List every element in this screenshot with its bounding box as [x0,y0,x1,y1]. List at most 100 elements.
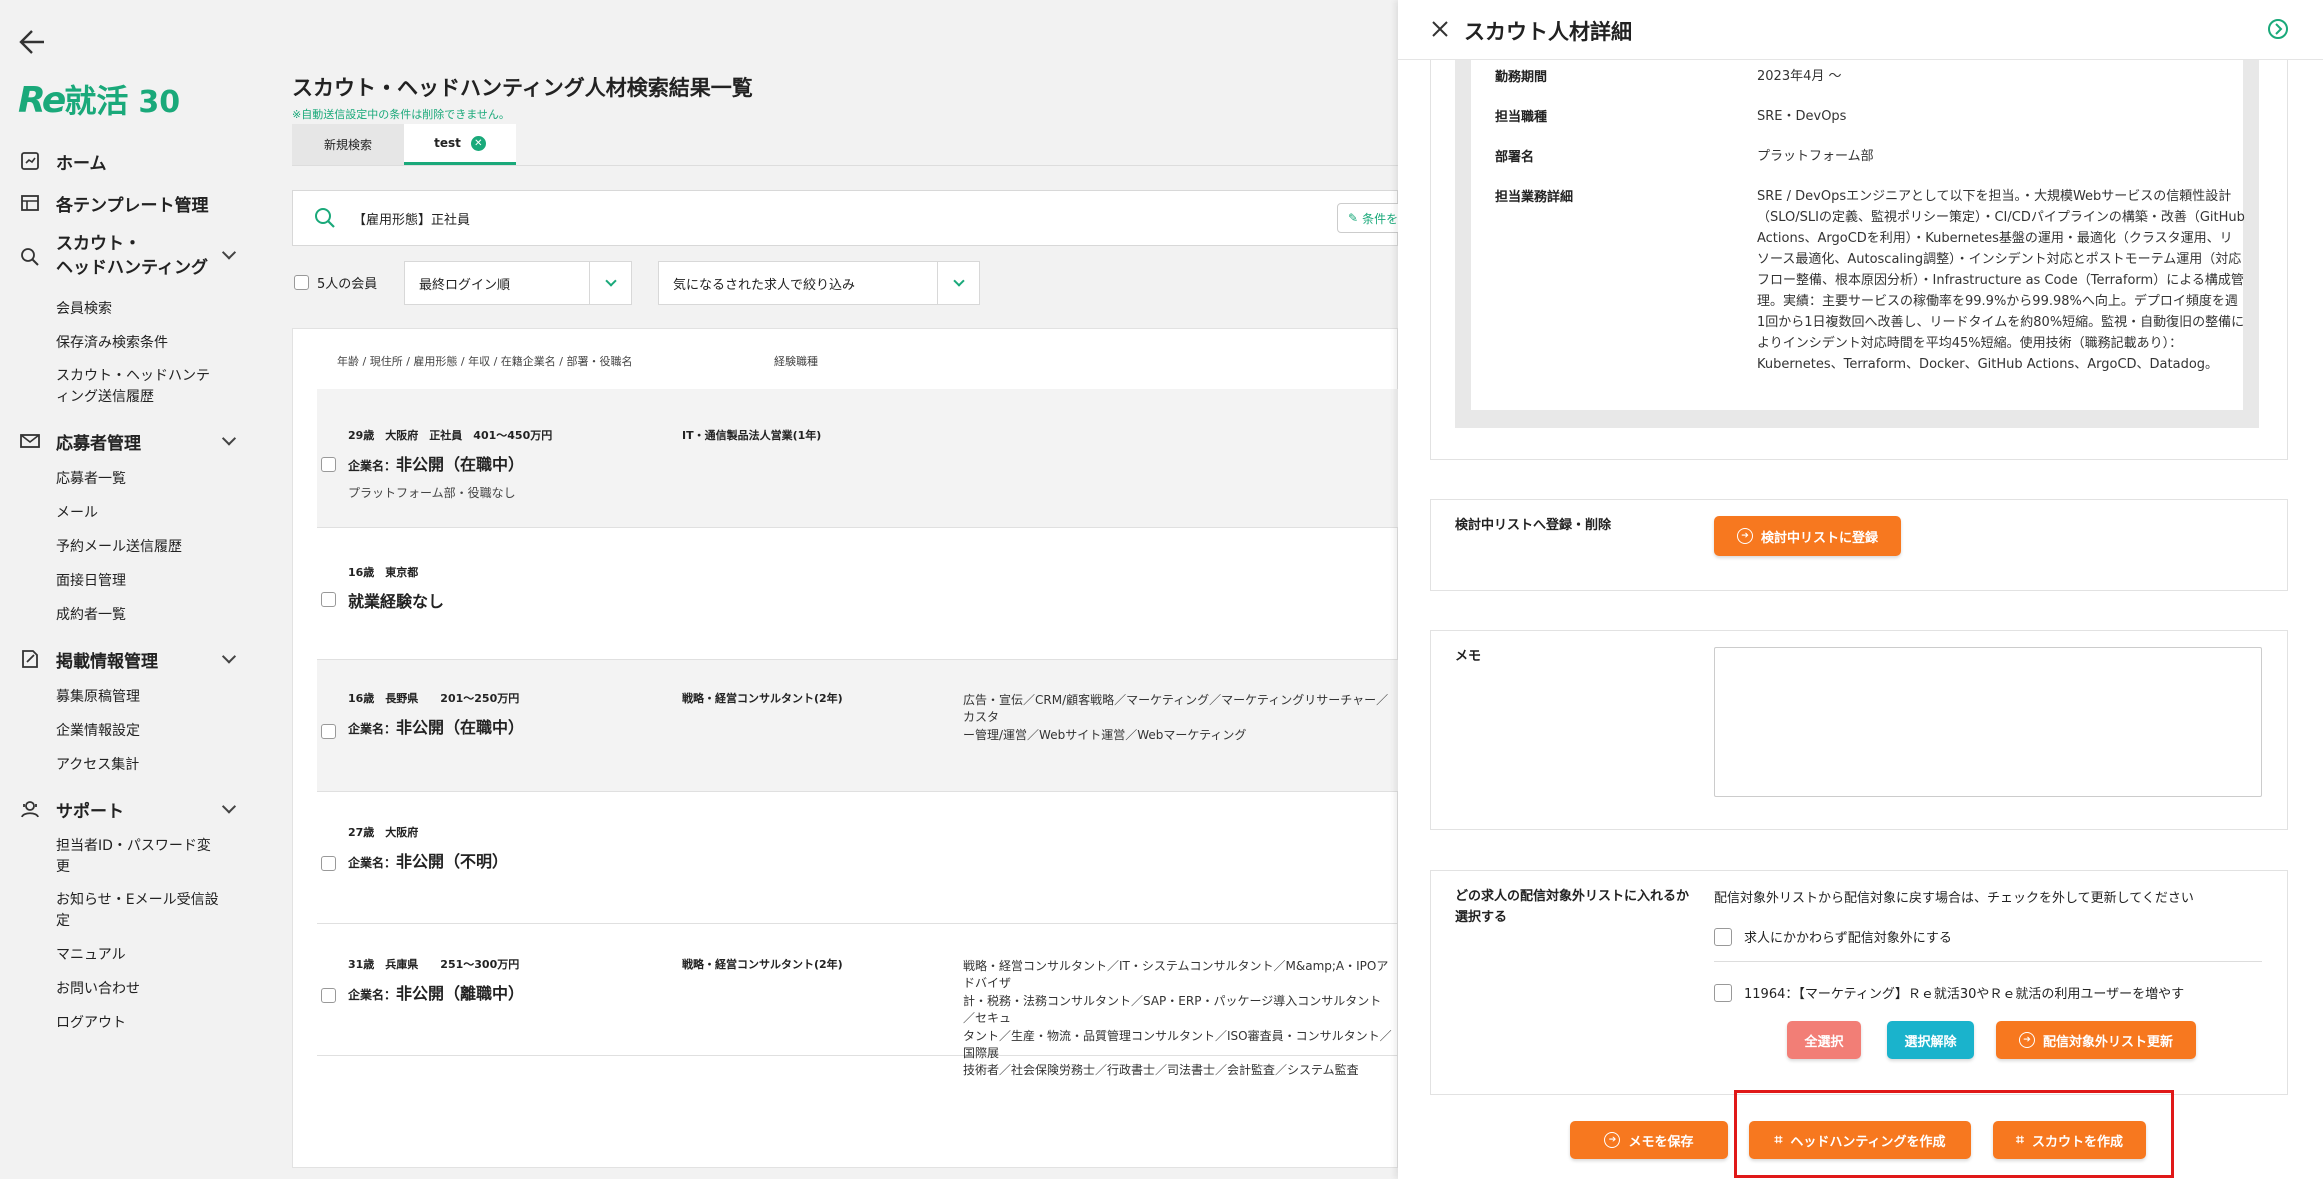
update-exclusion-button[interactable]: ➔ 配信対象外リスト更新 [1996,1021,2196,1059]
chevron-down-icon[interactable] [221,431,237,446]
sidebar-subitem[interactable]: 募集原稿管理 [0,680,290,714]
chevron-down-icon[interactable] [221,245,237,260]
sidebar: Re 就活 30 ホーム 各テンプレート管理 スカウト・ ヘッドハンティング 会員検… [0,0,290,1179]
sidebar-item-label: 各テンプレート管理 [56,195,209,216]
exclude-job-option[interactable]: 11964：【マーケティング】Ｒｅ就活30やＲｅ就活の利用ユーザーを増やす [1714,983,2184,1002]
sidebar-item-applicants[interactable]: 応募者管理 [0,420,290,462]
deselect-button[interactable]: 選択解除 [1887,1021,1974,1059]
arrow-right-circle-icon: ➔ [2018,1032,2035,1048]
row-job-list: 広告・宣伝／CRM/顧客戦略／マーケティング／マーケティングリサーチャー／カスタ… [963,693,1389,742]
sidebar-item-home[interactable]: ホーム [0,140,290,182]
highlight-box [1734,1090,2174,1178]
chevron-down-icon[interactable] [589,262,631,304]
row-checkbox[interactable] [321,457,336,472]
table-row[interactable]: 16歳 東京都 就業経験なし [317,528,1399,660]
template-icon [18,191,42,215]
logo[interactable]: Re 就活 30 [18,76,180,121]
sidebar-subitem[interactable]: 会員検索 [0,292,290,326]
sidebar-subitem[interactable]: メール [0,496,290,530]
chevron-down-icon[interactable] [937,262,979,304]
exclude-all-checkbox[interactable] [1714,927,1732,946]
support-icon [18,797,42,821]
sidebar-subitem[interactable]: 保存済み検索条件 [0,326,290,360]
row-company: 企業名：非公開（離職中） [348,980,524,1004]
button-label: メモを保存 [1628,1134,1694,1150]
career-key: 担当職種 [1495,110,1548,125]
save-memo-button[interactable]: ➔ メモを保存 [1570,1121,1728,1159]
sidebar-item-listing[interactable]: 掲載情報管理 [0,638,290,680]
add-to-shortlist-button[interactable]: ➔ 検討中リストに登録 [1714,516,1901,556]
company-label: 企業名： [348,856,397,870]
job-filter-select[interactable]: 気になるされた求人で絞り込み [658,261,980,305]
row-meta: 31歳 兵庫県 251〜300万円 [348,958,520,971]
sidebar-subitem[interactable]: 担当者ID・パスワード変更 [0,830,290,884]
select-all-button[interactable]: 全選択 [1787,1021,1861,1059]
tab-new-search[interactable]: 新規検索 [292,124,404,165]
row-checkbox[interactable] [321,724,336,739]
sidebar-subitem[interactable]: 予約メール送信履歴 [0,530,290,564]
search-condition-bar[interactable]: 【雇用形態】正社員 ✎ 条件を [292,190,1407,246]
sidebar-subitem[interactable]: マニュアル [0,938,290,972]
sidebar-subitem[interactable]: 企業情報設定 [0,714,290,748]
table-row[interactable]: 31歳 兵庫県 251〜300万円 企業名：非公開（離職中） 戦略・経営コンサル… [317,924,1399,1077]
company-label: 企業名： [348,722,397,736]
main-content: スカウト・ヘッドハンティング人材検索結果一覧 ※自動送信設定中の条件は削除できま… [292,0,1407,1179]
career-value: 2023年4月 〜 [1757,69,1842,84]
sidebar-item-scout[interactable]: スカウト・ ヘッドハンティング [0,224,290,286]
sidebar-item-templates[interactable]: 各テンプレート管理 [0,182,290,224]
row-experience: IT・通信製品法人営業(1年) [682,429,822,442]
row-experience: 戦略・経営コンサルタント(2年) [682,958,843,971]
row-company: 就業経験なし [348,588,444,612]
sidebar-subitem[interactable]: ログアウト [0,1006,290,1040]
sidebar-item-support[interactable]: サポート [0,788,290,830]
chevron-down-icon[interactable] [221,649,237,664]
table-row[interactable]: 16歳 長野県 201〜250万円 企業名：非公開（在職中） 戦略・経営コンサル… [317,660,1399,792]
select-all-checkbox[interactable] [294,275,309,290]
arrow-right-circle-icon[interactable] [2266,17,2290,41]
job-filter-value: 気になるされた求人で絞り込み [673,277,856,293]
back-arrow-icon[interactable] [14,22,54,62]
exclude-all-option[interactable]: 求人にかかわらず配信対象外にする [1714,927,1952,946]
company-value: 非公開（不明） [396,852,509,871]
sort-select[interactable]: 最終ログイン順 [404,261,632,305]
career-card: 勤務期間 2023年4月 〜 担当職種 SRE・DevOps 部署名 プラットフ… [1471,60,2245,410]
edit-condition-button[interactable]: ✎ 条件を [1337,203,1407,233]
chevron-down-icon[interactable] [221,799,237,814]
close-icon[interactable] [1428,17,1452,41]
career-section: 勤務期間 2023年4月 〜 担当職種 SRE・DevOps 部署名 プラットフ… [1430,60,2288,460]
row-company: 企業名：非公開（不明） [348,848,508,872]
row-checkbox[interactable] [321,988,336,1003]
sidebar-subitem[interactable]: お問い合わせ [0,972,290,1006]
column-header: 年齢 / 現住所 / 雇用形態 / 年収 / 在籍企業名 / 部署・役職名 [337,355,633,368]
table-row[interactable]: 29歳 大阪府 正社員 401〜450万円 企業名：非公開（在職中） プラットフ… [317,389,1399,528]
close-tab-icon[interactable]: ✕ [470,135,486,151]
memo-section: メモ [1430,630,2288,830]
search-condition-text: 【雇用形態】正社員 [353,212,471,228]
mail-icon [18,429,42,453]
sidebar-nav: ホーム 各テンプレート管理 スカウト・ ヘッドハンティング 会員検索 保存済み検… [0,140,290,1040]
sidebar-item-label: スカウト・ ヘッドハンティング [56,234,208,278]
row-checkbox[interactable] [321,856,336,871]
memo-textarea[interactable] [1714,647,2262,797]
row-meta: 16歳 東京都 [348,566,419,579]
career-value: SRE / DevOpsエンジニアとして以下を担当。・大規模Webサービスの信頼… [1757,189,2245,373]
sidebar-subitem[interactable]: スカウト・ヘッドハンティング送信履歴 [0,360,290,414]
panel-title: スカウト人材詳細 [1464,20,1632,44]
company-value: 就業経験なし [348,592,445,611]
row-meta: 16歳 長野県 201〜250万円 [348,692,520,705]
sidebar-subitem[interactable]: 応募者一覧 [0,462,290,496]
sidebar-subitem[interactable]: お知らせ・Eメール受信設定 [0,884,290,938]
company-value: 非公開（在職中） [396,718,525,737]
row-checkbox[interactable] [321,592,336,607]
sidebar-subitem[interactable]: 成約者一覧 [0,598,290,632]
detail-panel: 勤務期間 2023年4月 〜 担当職種 SRE・DevOps 部署名 プラットフ… [1398,0,2323,1179]
button-label: 全選択 [1804,1034,1844,1050]
tab-test[interactable]: test ✕ [404,124,516,165]
table-row[interactable]: 27歳 大阪府 企業名：非公開（不明） [317,792,1399,924]
select-all-members[interactable]: 5人の会員 [294,273,377,292]
sidebar-subitem[interactable]: 面接日管理 [0,564,290,598]
exclude-job-checkbox[interactable] [1714,983,1732,1002]
home-icon [18,149,42,173]
company-value: 非公開（離職中） [396,984,525,1003]
sidebar-subitem[interactable]: アクセス集計 [0,748,290,782]
